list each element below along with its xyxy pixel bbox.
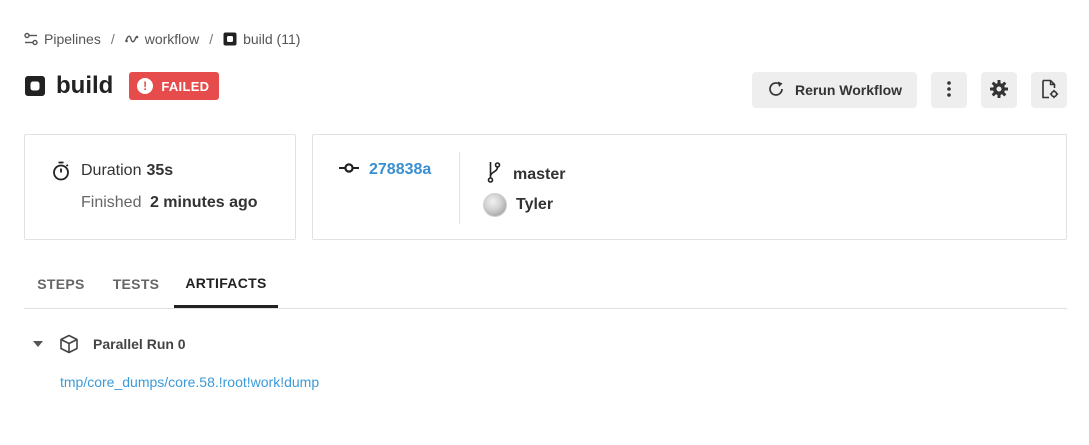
rerun-workflow-button[interactable]: Rerun Workflow — [752, 72, 917, 108]
breadcrumb-pipelines[interactable]: Pipelines — [24, 31, 101, 47]
author-name: Tyler — [516, 196, 554, 213]
status-label: FAILED — [161, 78, 210, 94]
commit-link[interactable]: 278838a — [339, 161, 431, 179]
breadcrumb: Pipelines / workflow / build (11) — [24, 31, 300, 47]
tab-bar: STEPS TESTS ARTIFACTS — [24, 260, 1067, 309]
pipelines-icon — [24, 32, 38, 46]
finished-row: Finished 2 minutes ago — [81, 194, 258, 212]
author-row: Tyler — [483, 193, 553, 217]
caret-down-icon[interactable] — [33, 341, 43, 347]
settings-button[interactable] — [981, 72, 1017, 108]
avatar — [483, 193, 507, 217]
job-icon — [24, 75, 46, 97]
config-file-button[interactable] — [1031, 72, 1067, 108]
duration-label: Duration — [81, 162, 142, 179]
page-title: build — [56, 72, 114, 99]
branch-name: master — [513, 165, 566, 183]
breadcrumb-label: Pipelines — [44, 31, 101, 47]
commit-hash: 278838a — [369, 161, 432, 178]
breadcrumb-job: build (11) — [223, 31, 300, 47]
more-options-button[interactable] — [931, 72, 967, 108]
artifact-group-header[interactable]: Parallel Run 0 — [33, 334, 186, 354]
duration-row: Duration 35s — [51, 161, 173, 181]
tab-artifacts[interactable]: ARTIFACTS — [174, 260, 278, 308]
exclamation-icon: ! — [137, 78, 154, 94]
branch-row: master — [487, 161, 565, 188]
duration-value: 35s — [146, 162, 174, 179]
breadcrumb-separator: / — [209, 31, 214, 47]
artifact-group-label: Parallel Run 0 — [93, 336, 186, 352]
more-vertical-icon — [946, 80, 952, 101]
finished-label: Finished — [81, 194, 142, 211]
tab-tests[interactable]: TESTS — [98, 260, 174, 308]
refresh-icon — [767, 80, 785, 101]
tab-steps[interactable]: STEPS — [24, 260, 98, 308]
header-actions: Rerun Workflow — [752, 72, 1067, 108]
rerun-label: Rerun Workflow — [794, 82, 903, 98]
package-icon — [59, 334, 79, 354]
commit-card: 278838a master Tyler — [312, 134, 1067, 240]
job-icon — [223, 32, 237, 46]
card-divider — [459, 152, 460, 224]
workflow-icon — [124, 32, 139, 46]
breadcrumb-label: workflow — [144, 31, 200, 47]
breadcrumb-workflow[interactable]: workflow — [124, 31, 200, 47]
duration-card: Duration 35s Finished 2 minutes ago — [24, 134, 296, 240]
gear-icon — [989, 79, 1009, 102]
status-badge: ! FAILED — [129, 72, 220, 100]
finished-value: 2 minutes ago — [149, 194, 258, 211]
commit-icon — [339, 161, 359, 179]
branch-icon — [487, 161, 501, 188]
file-settings-icon — [1039, 79, 1059, 102]
stopwatch-icon — [51, 161, 71, 181]
breadcrumb-separator: / — [110, 31, 115, 47]
breadcrumb-label: build (11) — [243, 31, 301, 47]
artifact-link[interactable]: tmp/core_dumps/core.58.!root!work!dump — [60, 374, 319, 390]
title-row: build ! FAILED — [24, 72, 220, 100]
